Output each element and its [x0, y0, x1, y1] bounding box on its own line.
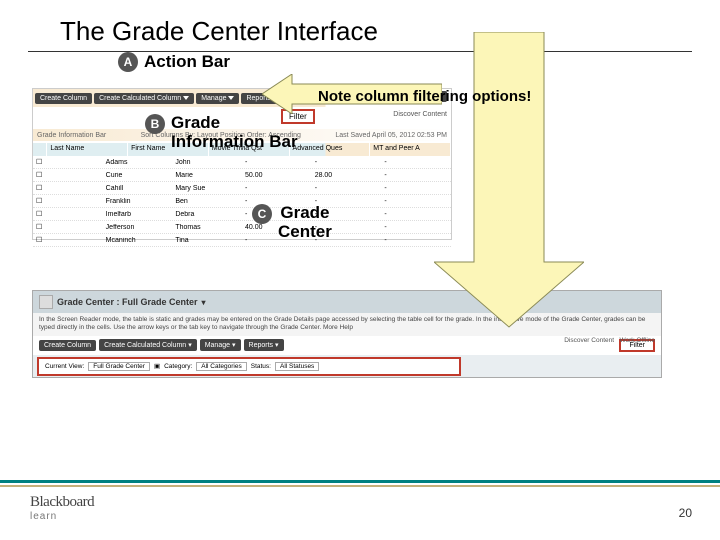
- blackboard-logo: Blackboard learn: [30, 494, 94, 522]
- footer: Blackboard learn 20: [0, 480, 720, 540]
- slide-title: The Grade Center Interface: [28, 0, 692, 52]
- category-select[interactable]: All Categories: [196, 362, 246, 371]
- callout-b-text: GradeInformation Bar: [171, 114, 298, 151]
- grade-rows: ☐AdamsJohn---☐CurieMarie50.0028.00-☐Cahi…: [33, 156, 451, 239]
- table-row[interactable]: ☐JeffersonThomas40.00--: [33, 221, 451, 234]
- gc-icon: [39, 295, 53, 309]
- manage-button[interactable]: Manage: [196, 93, 239, 104]
- table-row[interactable]: ☐McaninchTina---: [33, 234, 451, 247]
- page-number: 20: [679, 506, 692, 520]
- chevron-down-icon[interactable]: ▾: [202, 298, 206, 307]
- table-row[interactable]: ☐CahillMary Sue---: [33, 182, 451, 195]
- table-row[interactable]: ☐FranklinBen---: [33, 195, 451, 208]
- callout-a: A Action Bar: [118, 52, 230, 72]
- create-calculated-button[interactable]: Create Calculated Column: [94, 93, 194, 104]
- badge-c: C: [252, 204, 272, 224]
- current-view-bar: Current View: Full Grade Center ▣ Catego…: [37, 357, 461, 376]
- create-column-lower[interactable]: Create Column: [39, 340, 96, 351]
- view-select[interactable]: Full Grade Center: [88, 362, 150, 371]
- table-row[interactable]: ☐CurieMarie50.0028.00-: [33, 169, 451, 182]
- status-select[interactable]: All Statuses: [275, 362, 319, 371]
- table-row[interactable]: ☐AdamsJohn---: [33, 156, 451, 169]
- reports-lower[interactable]: Reports ▾: [244, 339, 284, 351]
- badge-a: A: [118, 52, 138, 72]
- callout-a-text: Action Bar: [144, 52, 230, 72]
- badge-b: B: [145, 114, 165, 134]
- arrow-down-shape: [434, 32, 584, 332]
- callout-b: B GradeInformation Bar: [145, 114, 298, 151]
- create-calc-lower[interactable]: Create Calculated Column ▾: [99, 339, 197, 351]
- table-row[interactable]: ☐ImelfarbDebra---: [33, 208, 451, 221]
- callout-c: C GradeCenter: [252, 204, 332, 241]
- create-column-button[interactable]: Create Column: [35, 93, 92, 104]
- lower-right-links[interactable]: Discover Content Work Offline: [564, 337, 655, 344]
- manage-lower[interactable]: Manage ▾: [200, 339, 241, 351]
- callout-c-text: GradeCenter: [278, 204, 332, 241]
- note-filtering: Note column filtering options!: [318, 88, 531, 105]
